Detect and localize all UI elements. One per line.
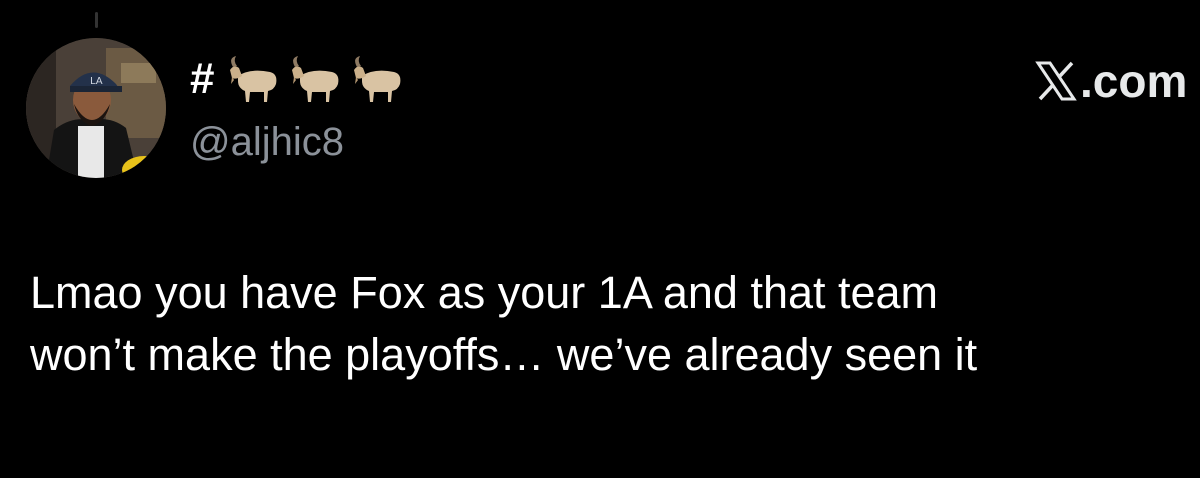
goat-icon	[292, 56, 339, 102]
goat-icon	[230, 56, 277, 102]
x-logo-icon	[1035, 61, 1077, 101]
goat-icon	[354, 56, 401, 102]
tweet-text-line: Lmao you have Fox as your 1A and that te…	[30, 267, 939, 318]
display-name[interactable]: #	[190, 54, 406, 104]
display-name-prefix: #	[190, 54, 215, 103]
avatar[interactable]: LA	[26, 38, 166, 178]
tweet-text: Lmao you have Fox as your 1A and that te…	[30, 262, 1180, 386]
profile-photo-icon: LA	[26, 38, 166, 178]
site-domain: .com	[1080, 55, 1188, 107]
scroll-indicator	[95, 12, 98, 28]
user-handle[interactable]: @aljhic8	[190, 118, 344, 166]
tweet-text-line: won’t make the playoffs… we’ve already s…	[30, 329, 978, 380]
svg-text:LA: LA	[90, 76, 103, 87]
site-logo[interactable]: .com	[1034, 55, 1188, 107]
tweet-card: LA # @aljhic8 .com Lmao you have Fox as …	[0, 0, 1200, 478]
